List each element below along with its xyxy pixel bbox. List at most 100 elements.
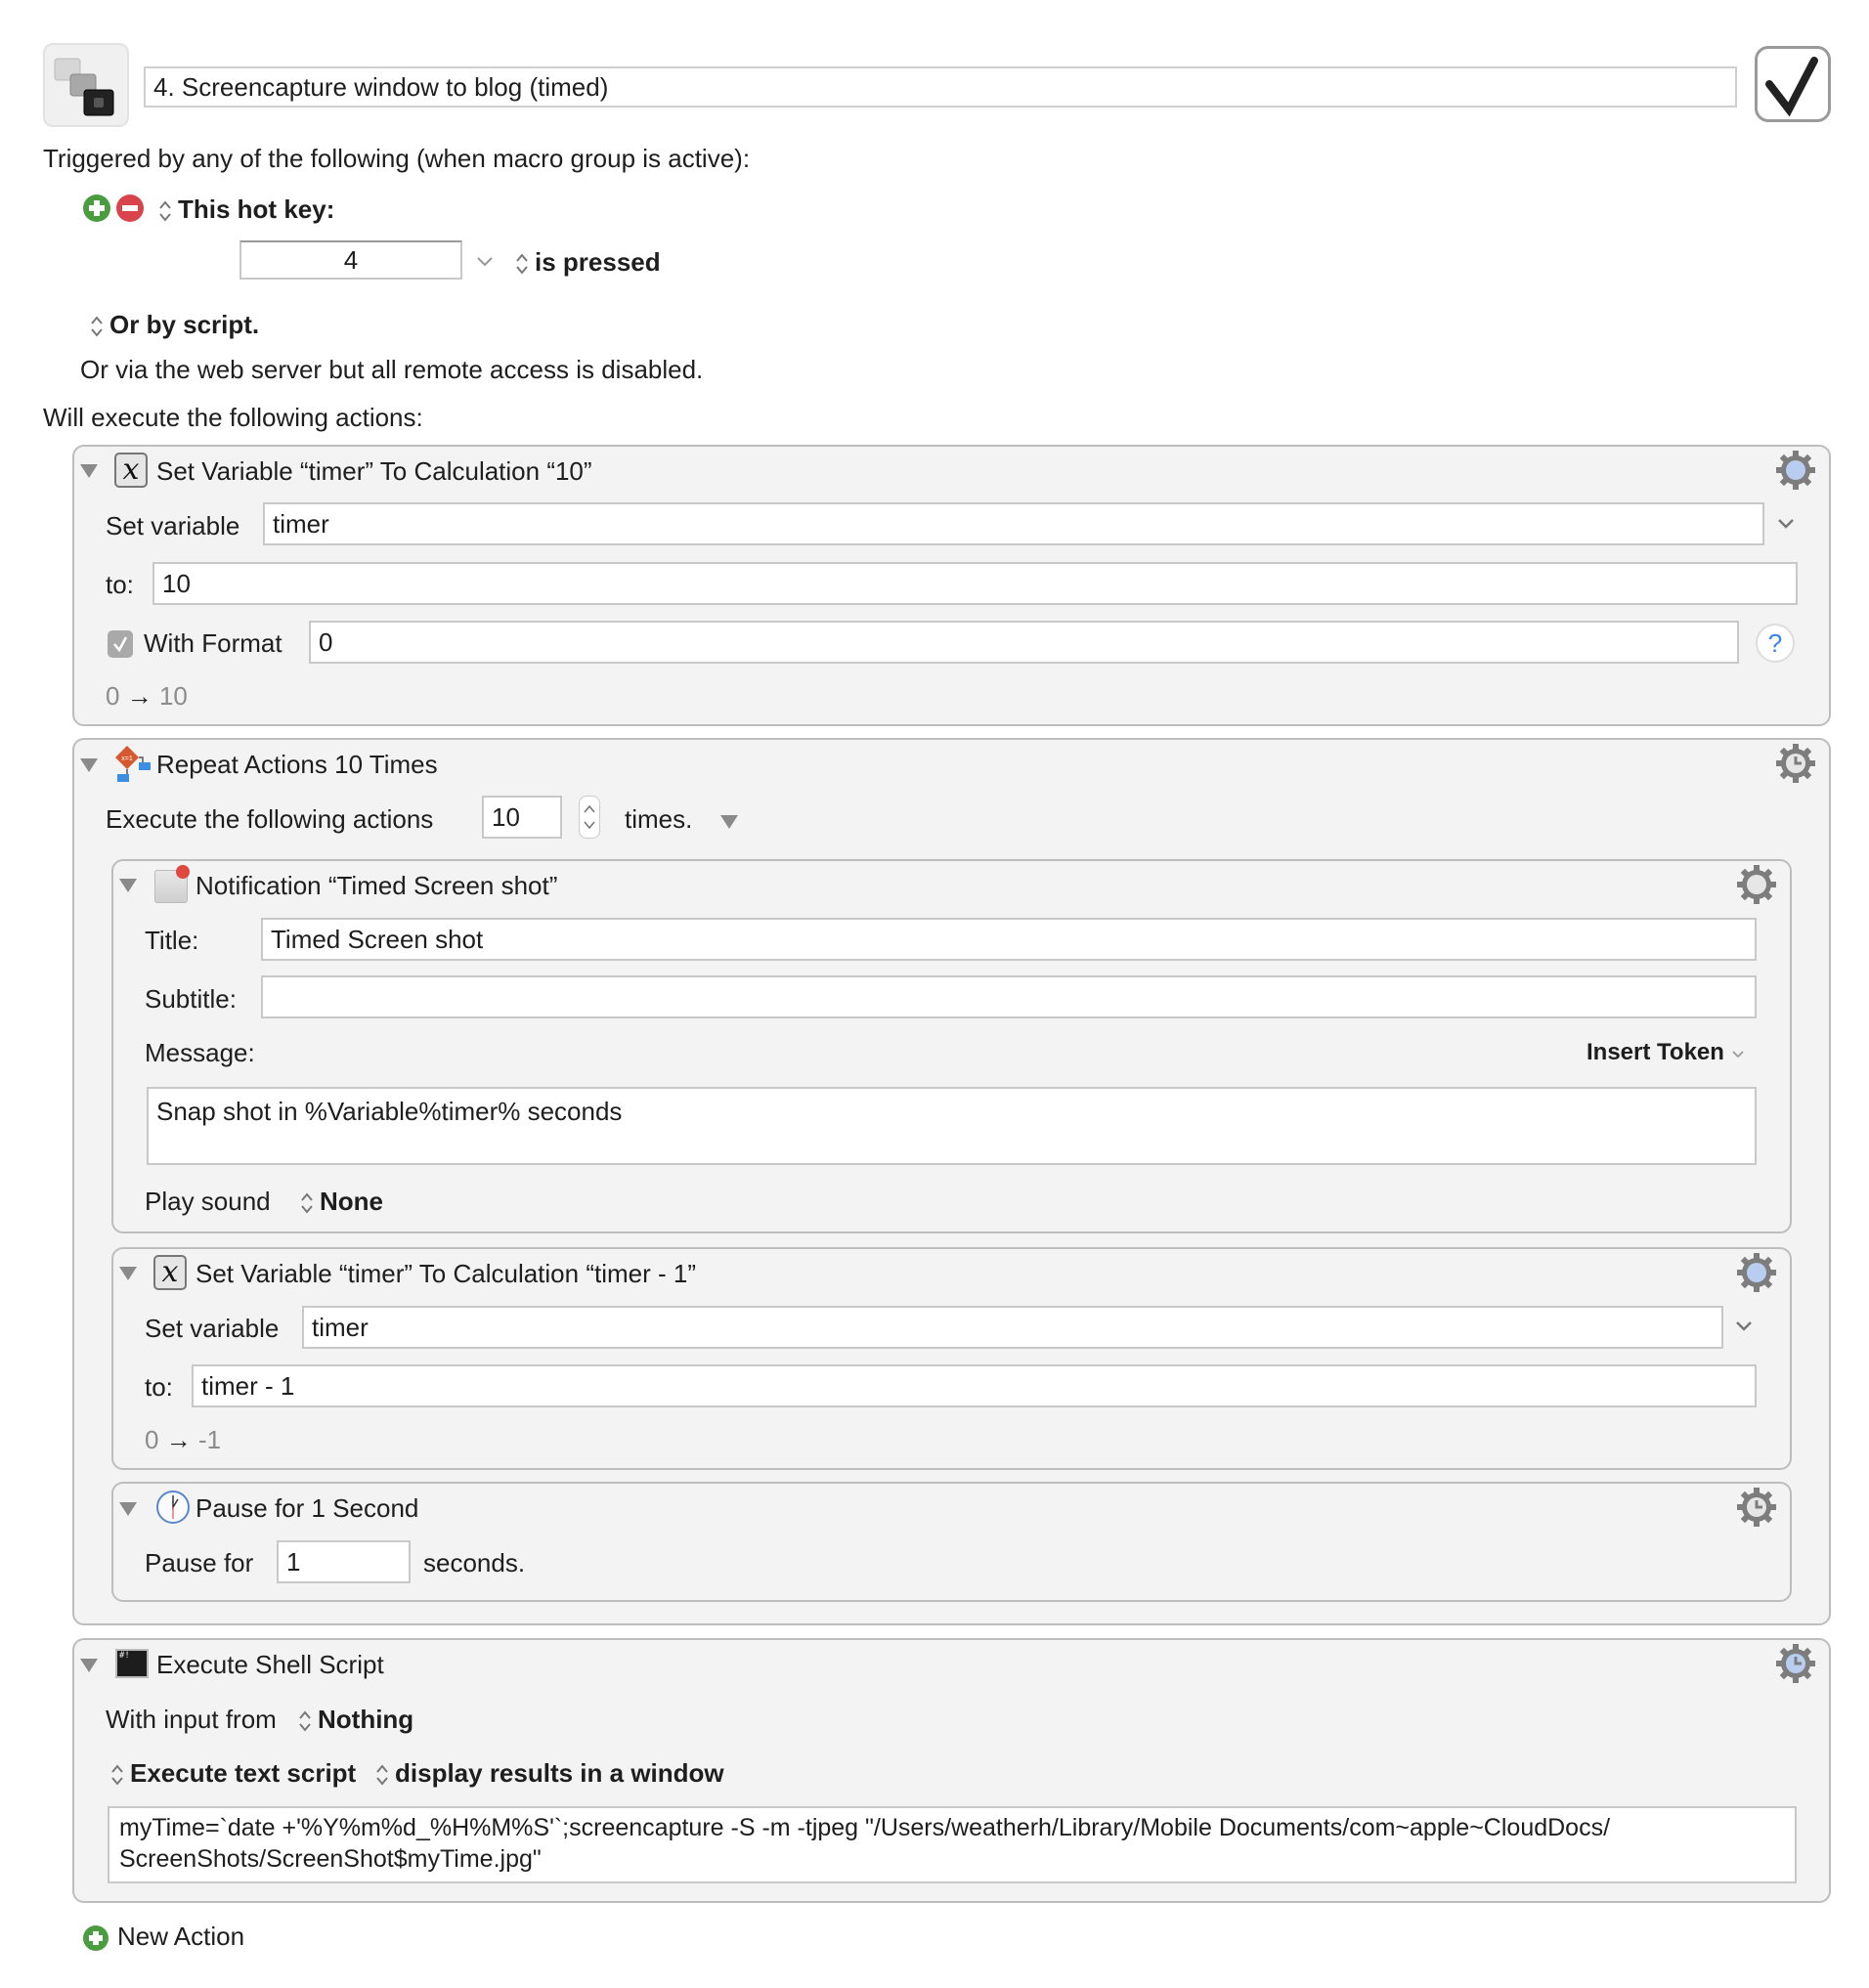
macro-enabled-checkbox[interactable]: [1755, 46, 1831, 122]
disclosure-triangle[interactable]: [119, 1267, 137, 1280]
with-format-checkbox[interactable]: [108, 630, 133, 658]
arrow-right-icon: →: [126, 681, 152, 711]
hotkey-condition: is pressed: [535, 247, 661, 277]
set-variable-label: Set variable: [145, 1314, 280, 1343]
gear-icon[interactable]: [1736, 864, 1777, 905]
timer-gear-icon[interactable]: [1736, 1487, 1777, 1528]
repeat-count-field[interactable]: 10: [482, 796, 562, 839]
new-action-button[interactable]: New Action: [82, 1921, 244, 1952]
play-sound-label: Play sound: [145, 1187, 271, 1216]
action-title: Pause for 1 Second: [196, 1493, 419, 1523]
chevron-down-icon[interactable]: [1777, 518, 1795, 530]
timer-gear-icon[interactable]: [1775, 1643, 1816, 1684]
hotkey-condition-popup[interactable]: is pressed: [515, 246, 661, 278]
calc-preview: 0 → -1: [145, 1424, 221, 1455]
checkmark-icon: [1765, 57, 1818, 117]
script-mode-popup[interactable]: Execute text script: [110, 1757, 356, 1789]
trigger-type-popup[interactable]: This hot key:: [158, 194, 334, 225]
calculation-field[interactable]: 10: [152, 562, 1798, 605]
variable-name-value: timer: [273, 508, 329, 539]
add-trigger-icon[interactable]: [82, 194, 111, 223]
svg-text:x=1: x=1: [121, 756, 133, 762]
calculation-field[interactable]: timer - 1: [192, 1364, 1757, 1407]
to-label: to:: [145, 1372, 173, 1402]
pause-for-label: Pause for: [145, 1548, 254, 1577]
play-sound-popup[interactable]: None: [300, 1186, 383, 1217]
format-field[interactable]: 0: [309, 621, 1739, 664]
clock-icon: [156, 1491, 190, 1524]
repeat-count-stepper[interactable]: [579, 796, 600, 839]
output-mode-popup[interactable]: display results in a window: [375, 1757, 724, 1789]
macro-name-field[interactable]: 4. Screencapture window to blog (timed): [144, 66, 1737, 108]
disclosure-triangle[interactable]: [80, 464, 98, 478]
variable-name-field[interactable]: timer: [263, 502, 1764, 545]
to-label: to:: [106, 570, 134, 599]
notification-message-field[interactable]: Snap shot in %Variable%timer% seconds: [147, 1087, 1757, 1165]
title-label: Title:: [145, 926, 199, 955]
hotkey-value: 4: [343, 244, 359, 275]
times-menu-triangle[interactable]: [720, 815, 738, 829]
notification-title-field[interactable]: Timed Screen shot: [261, 918, 1757, 961]
terminal-icon: #!: [115, 1649, 149, 1678]
stepper-icon: [91, 316, 103, 337]
action-title: Set Variable “timer” To Calculation “10”: [156, 456, 592, 486]
preview-from: 0: [106, 681, 120, 711]
action-notification[interactable]: [111, 859, 1792, 1233]
pause-seconds-field[interactable]: 1: [277, 1540, 411, 1583]
gear-icon[interactable]: [1775, 450, 1816, 491]
output-mode-value: display results in a window: [395, 1758, 724, 1788]
chevron-down-icon: [1731, 1051, 1744, 1059]
disclosure-triangle[interactable]: [80, 758, 98, 772]
hotkey-label: This hot key:: [178, 194, 335, 224]
action-title: Notification “Timed Screen shot”: [196, 871, 558, 900]
subtitle-label: Subtitle:: [145, 984, 237, 1014]
help-icon: ?: [1767, 628, 1783, 658]
message-label: Message:: [145, 1038, 255, 1067]
disclosure-triangle[interactable]: [119, 1502, 137, 1516]
keyboard-keys-icon: [54, 58, 114, 116]
chevron-down-icon[interactable]: [1735, 1320, 1753, 1332]
play-sound-value: None: [320, 1187, 383, 1216]
or-by-script-popup[interactable]: Or by script.: [90, 309, 259, 340]
variable-name-field[interactable]: timer: [302, 1306, 1723, 1349]
variable-x-icon: x: [114, 453, 148, 488]
stepper-icon: [111, 1764, 123, 1786]
stepper-icon: [516, 253, 528, 275]
times-label: times.: [625, 804, 693, 834]
action-title: Execute Shell Script: [156, 1650, 384, 1679]
actions-heading: Will execute the following actions:: [43, 403, 423, 432]
format-value: 0: [319, 627, 333, 657]
preview-to: -1: [197, 1425, 222, 1454]
calc-preview: 0 → 10: [106, 680, 188, 712]
new-action-label: New Action: [117, 1922, 245, 1951]
disclosure-triangle[interactable]: [119, 879, 137, 892]
remove-trigger-icon[interactable]: [115, 194, 145, 223]
script-text-area[interactable]: myTime=`date +'%Y%m%d_%H%M%S'`;screencap…: [108, 1806, 1797, 1883]
variable-name-value: timer: [312, 1312, 369, 1342]
triggers-heading: Triggered by any of the following (when …: [43, 144, 751, 173]
chevron-down-icon[interactable]: [476, 256, 494, 268]
gear-icon[interactable]: [1736, 1252, 1777, 1293]
insert-token-label: Insert Token: [1586, 1039, 1724, 1065]
calculation-value: 10: [162, 568, 191, 598]
calculation-value: timer - 1: [201, 1370, 295, 1401]
add-icon: [83, 1925, 109, 1952]
arrow-right-icon: →: [165, 1425, 192, 1454]
notification-subtitle-field[interactable]: [261, 975, 1757, 1018]
stepper-icon: [584, 804, 595, 830]
disclosure-triangle[interactable]: [80, 1659, 98, 1672]
hotkey-field[interactable]: 4: [239, 240, 462, 280]
execute-label: Execute the following actions: [106, 804, 434, 834]
script-line: myTime=`date +'%Y%m%d_%H%M%S'`;screencap…: [119, 1814, 1611, 1841]
notification-title-value: Timed Screen shot: [271, 924, 484, 954]
insert-token-menu[interactable]: Insert Token: [1586, 1037, 1745, 1068]
macro-icon[interactable]: [43, 43, 129, 127]
input-from-label: With input from: [106, 1705, 277, 1734]
timer-gear-icon[interactable]: [1775, 743, 1816, 784]
pause-seconds-value: 1: [286, 1546, 301, 1577]
input-from-popup[interactable]: Nothing: [298, 1704, 413, 1735]
help-button[interactable]: ?: [1756, 624, 1795, 663]
stepper-icon: [159, 200, 171, 222]
action-title: Set Variable “timer” To Calculation “tim…: [196, 1259, 696, 1288]
stepper-icon: [301, 1192, 313, 1214]
